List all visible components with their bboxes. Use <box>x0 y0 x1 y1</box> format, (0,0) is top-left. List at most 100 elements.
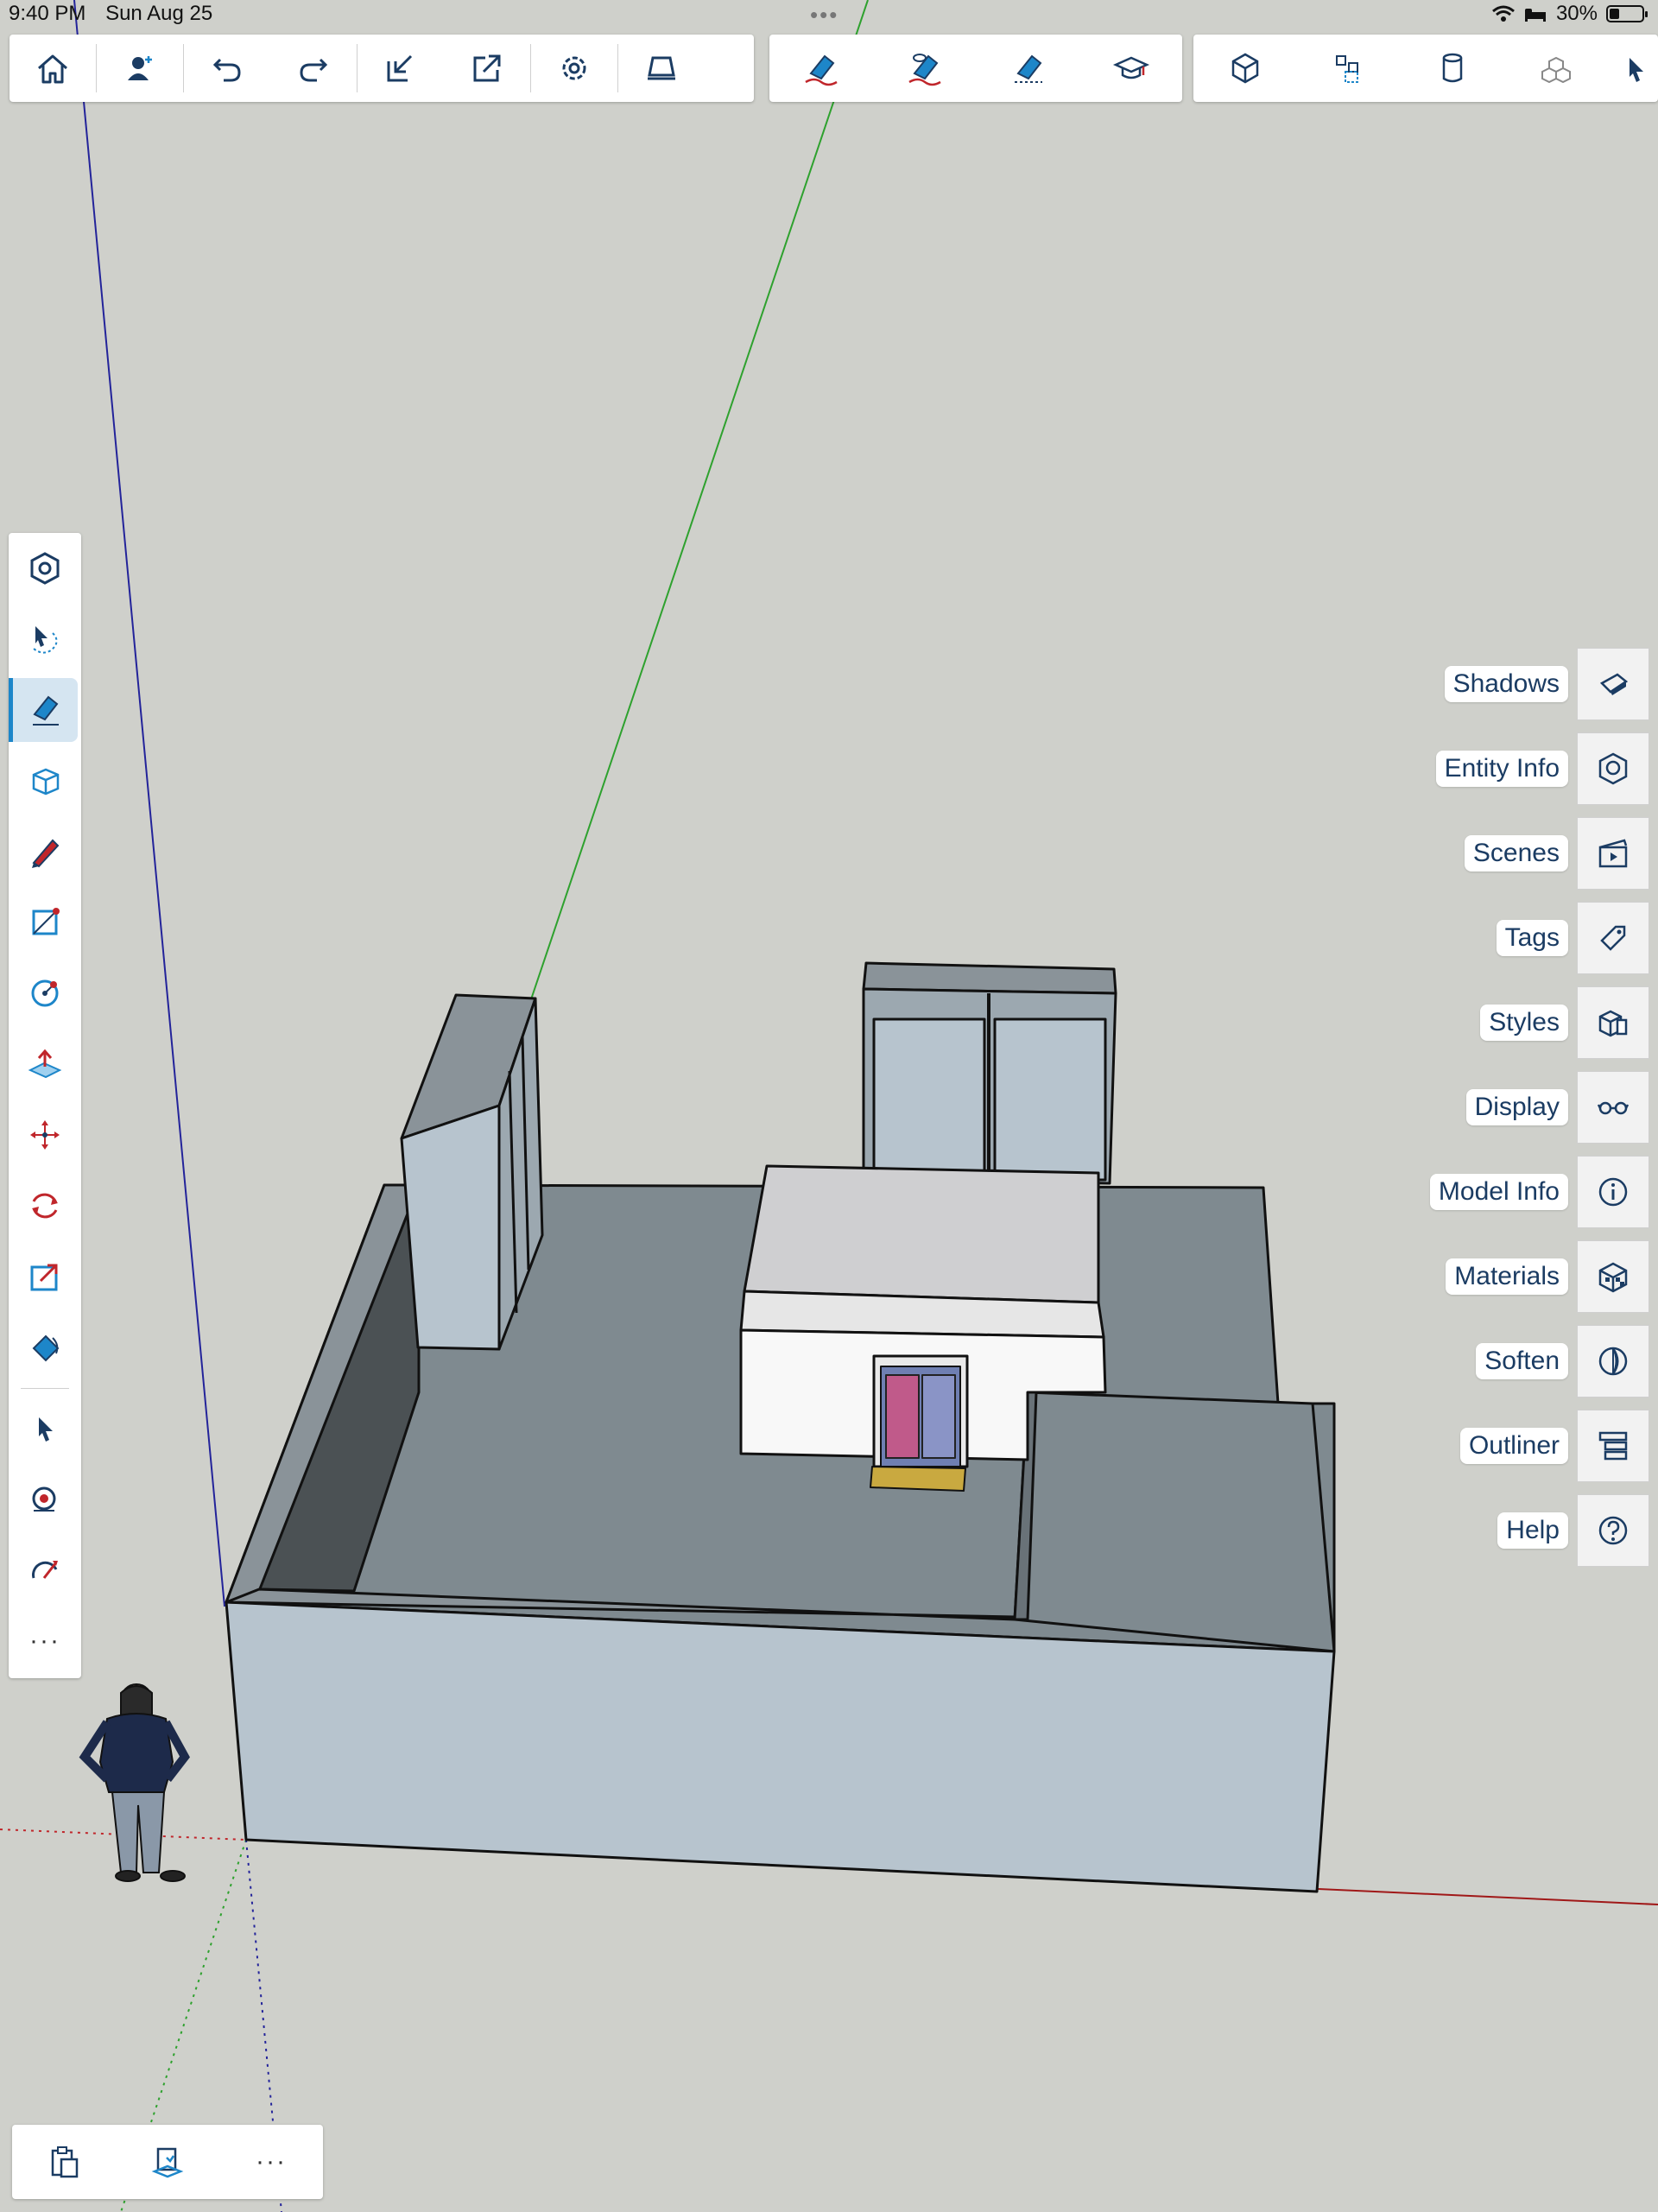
add-user-button[interactable] <box>97 35 183 102</box>
import-button[interactable] <box>358 35 444 102</box>
viewport-3d[interactable] <box>0 0 1658 2212</box>
move-button[interactable] <box>9 1103 81 1167</box>
circle-button[interactable] <box>9 961 81 1025</box>
scenes-button[interactable] <box>1577 817 1649 890</box>
rotate-button[interactable] <box>9 1174 81 1238</box>
solid-box-button[interactable] <box>1193 35 1297 102</box>
tape-measure-button[interactable] <box>9 1467 81 1531</box>
panel-label[interactable]: Soften <box>1476 1343 1568 1379</box>
soften-button[interactable] <box>1577 1325 1649 1398</box>
rectangle-icon <box>32 908 60 935</box>
shadows-icon <box>1599 673 1629 695</box>
tags-button[interactable] <box>1577 902 1649 974</box>
view-cube-button[interactable] <box>9 536 81 600</box>
toolbar-divider <box>21 1388 69 1389</box>
scale-figure[interactable] <box>79 1683 190 1882</box>
eraser-icon <box>32 695 59 726</box>
select-arrow-overflow-button[interactable] <box>1608 35 1658 102</box>
battery-percent: 30% <box>1555 2 1598 25</box>
redo-icon <box>300 58 328 82</box>
panel-label[interactable]: Outliner <box>1459 1428 1568 1464</box>
styles-icon <box>1598 1010 1628 1037</box>
display-button[interactable] <box>1577 1071 1649 1144</box>
learn-button[interactable] <box>1080 35 1182 102</box>
eraser-smooth-button[interactable] <box>977 35 1080 102</box>
battery-icon <box>1606 5 1648 22</box>
styles-button[interactable] <box>1577 986 1649 1059</box>
materials-icon <box>1598 1262 1628 1293</box>
rectangle-button[interactable] <box>9 891 81 954</box>
panel-scenes[interactable]: Scenes <box>1464 817 1649 890</box>
blocks-button[interactable] <box>1504 35 1608 102</box>
model-info-button[interactable] <box>1577 1156 1649 1228</box>
undo-button[interactable] <box>184 35 270 102</box>
panel-help[interactable]: Help <box>1497 1494 1649 1567</box>
paste-in-place-button[interactable] <box>116 2125 219 2199</box>
paste-in-place-icon <box>151 2147 184 2178</box>
settings-button[interactable] <box>531 35 617 102</box>
panel-tags[interactable]: Tags <box>1496 902 1649 974</box>
rotate-icon <box>32 1193 58 1219</box>
building-model[interactable] <box>225 961 1336 1893</box>
orbit-select-icon <box>33 626 58 654</box>
orbit-select-button[interactable] <box>9 607 81 671</box>
entity-info-button[interactable] <box>1577 732 1649 805</box>
bottom-more-button[interactable]: ··· <box>219 2125 323 2199</box>
panel-soften[interactable]: Soften <box>1476 1325 1649 1398</box>
materials-button[interactable] <box>1577 1240 1649 1313</box>
home-button[interactable] <box>9 35 96 102</box>
eraser-tool-button[interactable] <box>9 678 78 742</box>
panel-model-info[interactable]: Model Info <box>1429 1156 1649 1228</box>
shadows-button[interactable] <box>1577 648 1649 720</box>
panel-label[interactable]: Materials <box>1446 1258 1568 1295</box>
panel-shadows[interactable]: Shadows <box>1444 648 1649 720</box>
components-button[interactable] <box>1297 35 1401 102</box>
redo-button[interactable] <box>270 35 357 102</box>
axis-blue <box>73 0 225 1607</box>
undo-icon <box>212 58 241 82</box>
wifi-icon <box>1491 5 1515 22</box>
export-button[interactable] <box>444 35 530 102</box>
axis-green <box>529 0 869 1003</box>
panel-label[interactable]: Scenes <box>1464 835 1568 871</box>
outliner-button[interactable] <box>1577 1410 1649 1482</box>
help-icon <box>1598 1516 1628 1545</box>
settings-icon <box>562 56 586 80</box>
box-select-icon <box>32 768 60 795</box>
push-pull-button[interactable] <box>9 1032 81 1096</box>
help-button[interactable] <box>1577 1494 1649 1567</box>
panel-display[interactable]: Display <box>1465 1071 1649 1144</box>
more-tools-button[interactable]: ··· <box>9 1609 81 1673</box>
panel-outliner[interactable]: Outliner <box>1459 1410 1649 1482</box>
panel-label[interactable]: Shadows <box>1444 666 1568 702</box>
panel-label[interactable]: Help <box>1497 1512 1568 1549</box>
panel-materials[interactable]: Materials <box>1446 1240 1649 1313</box>
eraser-hide-button[interactable] <box>769 35 873 102</box>
section-plane-button[interactable] <box>618 35 705 102</box>
panel-styles[interactable]: Styles <box>1480 986 1649 1059</box>
pencil-button[interactable] <box>9 820 81 884</box>
panel-label[interactable]: Tags <box>1496 920 1568 956</box>
panel-label[interactable]: Entity Info <box>1435 751 1568 787</box>
multitasking-dots[interactable]: ••• <box>810 2 838 29</box>
blocks-icon <box>1541 56 1571 84</box>
clipboard-button[interactable] <box>12 2125 116 2199</box>
cylinder-icon <box>1442 53 1463 83</box>
box-select-button[interactable] <box>9 749 81 813</box>
panel-label[interactable]: Model Info <box>1429 1174 1568 1210</box>
eraser-smooth-icon <box>1015 54 1042 83</box>
circle-icon <box>31 979 59 1007</box>
scale-button[interactable] <box>9 1245 81 1309</box>
clipboard-icon <box>51 2146 79 2178</box>
select-button[interactable] <box>9 1397 81 1461</box>
panel-label[interactable]: Display <box>1465 1089 1568 1125</box>
eraser-hide-icon <box>805 54 838 86</box>
scenes-icon <box>1598 839 1628 868</box>
protractor-button[interactable] <box>9 1538 81 1602</box>
panel-entity-info[interactable]: Entity Info <box>1435 732 1649 805</box>
eraser-visible-button[interactable] <box>873 35 977 102</box>
panel-label[interactable]: Styles <box>1480 1005 1568 1041</box>
select-arrow-icon <box>39 1417 53 1442</box>
cylinder-button[interactable] <box>1401 35 1504 102</box>
paint-bucket-button[interactable] <box>9 1315 81 1379</box>
